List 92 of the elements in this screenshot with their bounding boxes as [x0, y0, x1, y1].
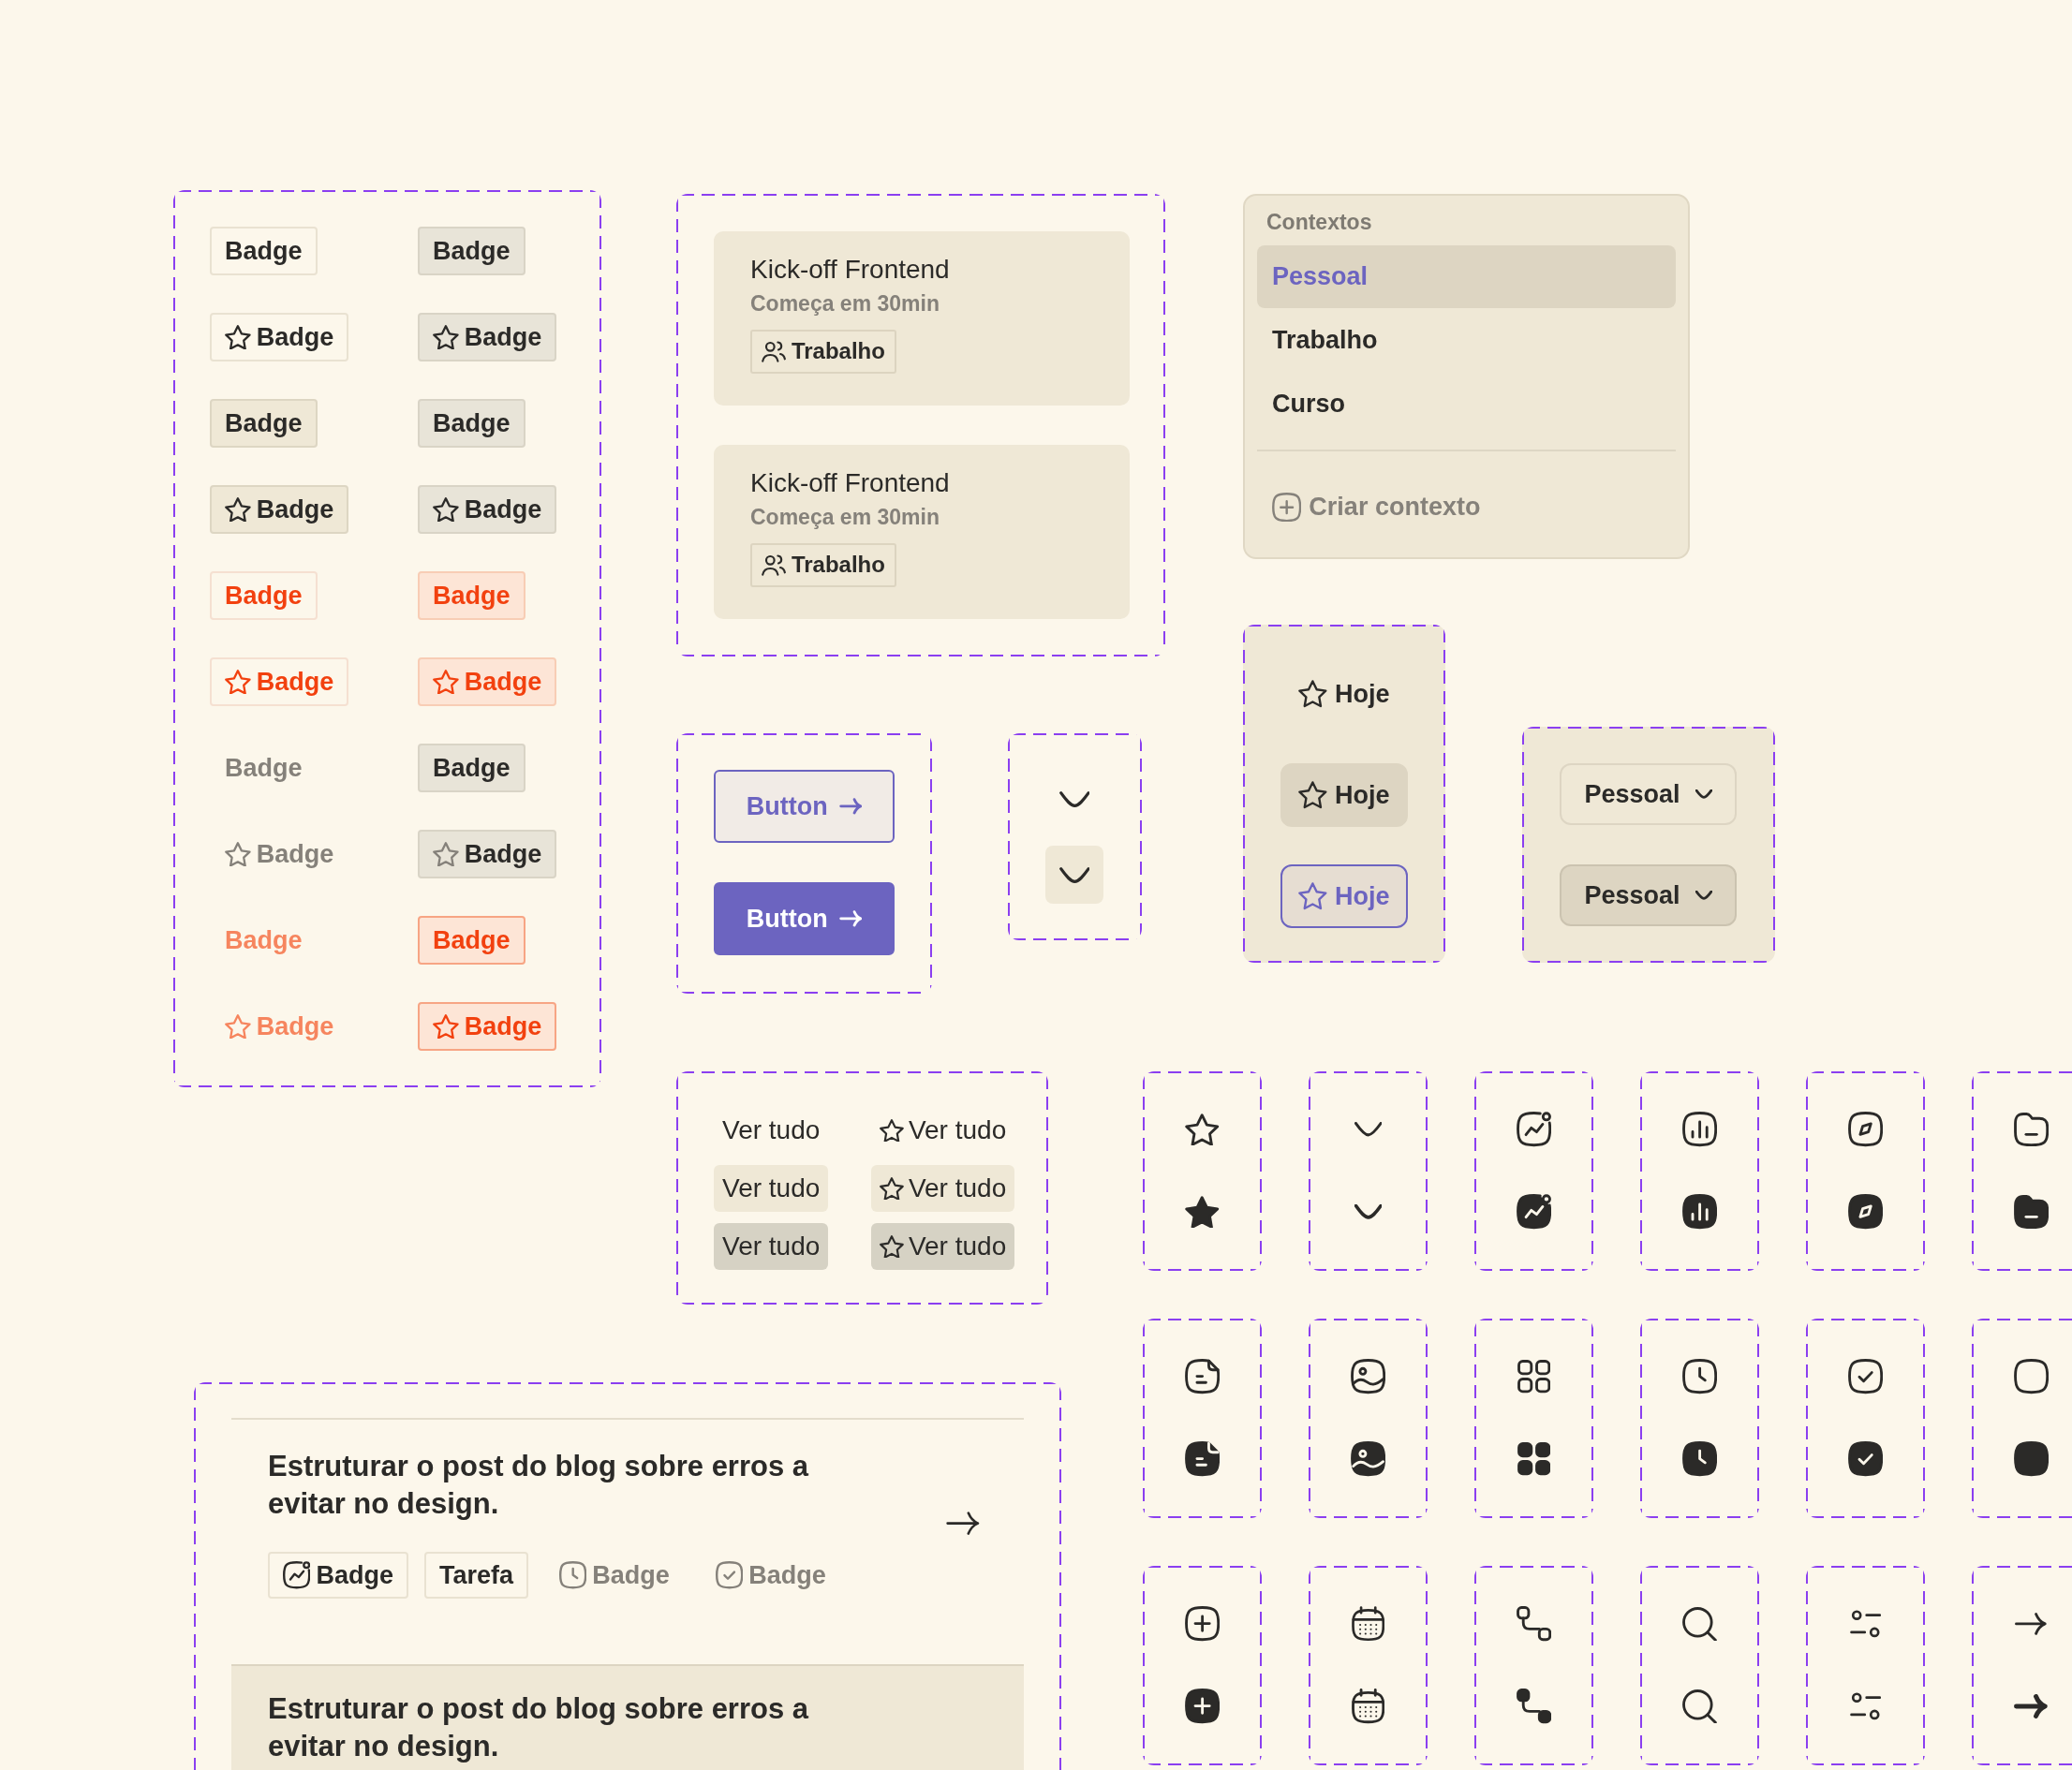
badge-label: Badge [464, 838, 542, 870]
star-icon [1185, 1113, 1220, 1146]
badge: Tarefa [423, 1552, 528, 1599]
clock-icon [1681, 1359, 1718, 1394]
menu-heading: Contextos [1265, 209, 1373, 236]
chevron-down-icon [1354, 1204, 1383, 1219]
line-chart-icon [1516, 1194, 1552, 1230]
badge-label: Badge [748, 1559, 826, 1591]
chevron-down-icon [1354, 1122, 1383, 1137]
badge: Badge [418, 916, 525, 965]
search-icon [1682, 1606, 1717, 1642]
chevron-down-icon [1058, 790, 1090, 807]
view-all-link[interactable]: Ver tudo [871, 1165, 1015, 1212]
nav-item[interactable]: Hoje [1298, 678, 1390, 710]
badge: Badge [210, 399, 318, 448]
chevron-down-icon [1058, 866, 1090, 883]
grid-icon [1517, 1360, 1551, 1394]
chevron-down-icon [1695, 789, 1712, 799]
task-title: Estruturar o post do blog sobre erros a evitar no design. [268, 1691, 810, 1764]
folder-icon [2013, 1194, 2050, 1230]
nav-item[interactable]: Hoje [1280, 864, 1408, 928]
compass-icon [1847, 1194, 1884, 1230]
list-row[interactable]: Estruturar o post do blog sobre erros a evitar no design. [231, 1664, 1024, 1770]
tag-label: Trabalho [791, 338, 885, 365]
grid-icon [1517, 1442, 1551, 1476]
view-all-link[interactable]: Ver tudo [714, 1223, 829, 1270]
calendar-icon [1351, 1689, 1385, 1724]
badge: Badge [210, 227, 318, 275]
star-icon [1298, 882, 1328, 910]
menu-item[interactable]: Curso [1257, 373, 1676, 435]
badge-label: Badge [464, 321, 542, 353]
view-all-link[interactable]: Ver tudo [880, 1114, 1007, 1146]
bar-chart-icon [1681, 1112, 1718, 1147]
connected-nodes-icon [1516, 1606, 1552, 1642]
users-icon [762, 554, 786, 576]
arrow-right-icon [838, 798, 863, 815]
star-icon [1298, 781, 1328, 809]
arrow-right-icon [838, 910, 863, 927]
badge: Badge [418, 744, 525, 792]
tag-label: Trabalho [791, 552, 885, 579]
star-icon [1298, 680, 1328, 708]
event-title: Kick-off Frontend [750, 467, 950, 499]
badge-label: Badge [225, 924, 303, 956]
chevron-button[interactable] [1045, 846, 1103, 904]
image-icon [1350, 1441, 1386, 1477]
chevron-button[interactable] [1058, 790, 1090, 807]
arrow-right-icon [2014, 1694, 2049, 1718]
users-icon [762, 341, 786, 362]
action-button[interactable]: Button [714, 770, 895, 843]
nav-item[interactable]: Hoje [1280, 763, 1408, 827]
badge-label: Badge [464, 494, 542, 525]
sliders-icon [1849, 1692, 1882, 1720]
note-icon [1184, 1441, 1221, 1477]
star-icon [1185, 1195, 1220, 1229]
badge: Badge [418, 227, 525, 275]
compass-icon [1847, 1112, 1884, 1147]
badge-label: Badge [592, 1559, 670, 1591]
dropdown-button[interactable]: Pessoal [1560, 763, 1737, 825]
event-time: Começa em 30min [750, 504, 940, 531]
badge-label: Badge [256, 838, 334, 870]
image-icon [1350, 1359, 1386, 1394]
badge: Badge [418, 399, 525, 448]
calendar-icon [1351, 1606, 1385, 1642]
badge: Badge [418, 571, 525, 620]
view-all-link[interactable]: Ver tudo [722, 1114, 821, 1146]
chevron-down-icon [1695, 891, 1712, 900]
arrow-right-icon [2014, 1612, 2049, 1636]
event-time: Começa em 30min [750, 290, 940, 317]
sliders-icon [1849, 1610, 1882, 1638]
folder-icon [2013, 1112, 2050, 1147]
action-button[interactable]: Button [714, 882, 895, 955]
badge-label: Badge [256, 494, 334, 525]
badge: Badge [210, 571, 318, 620]
connected-nodes-icon [1516, 1689, 1552, 1724]
badge-label: Badge [256, 1010, 334, 1042]
view-all-link[interactable]: Ver tudo [871, 1223, 1015, 1270]
menu-item[interactable]: Trabalho [1257, 309, 1676, 372]
event-title: Kick-off Frontend [750, 254, 950, 286]
bar-chart-icon [1681, 1194, 1718, 1230]
task-title: Estruturar o post do blog sobre erros a evitar no design. [268, 1449, 810, 1522]
badge-label: Badge [256, 321, 334, 353]
badge-label: Badge [225, 752, 303, 784]
badge-label: Badge [464, 1010, 542, 1042]
clock-icon [1681, 1441, 1718, 1477]
dropdown-button[interactable]: Pessoal [1560, 864, 1737, 926]
view-all-link[interactable]: Ver tudo [714, 1165, 829, 1212]
badge-label: Badge [316, 1559, 393, 1591]
note-icon [1184, 1359, 1221, 1394]
search-icon [1682, 1689, 1717, 1724]
line-chart-icon [1516, 1112, 1552, 1147]
badge-label: Badge [256, 666, 334, 698]
badge-label: Badge [464, 666, 542, 698]
